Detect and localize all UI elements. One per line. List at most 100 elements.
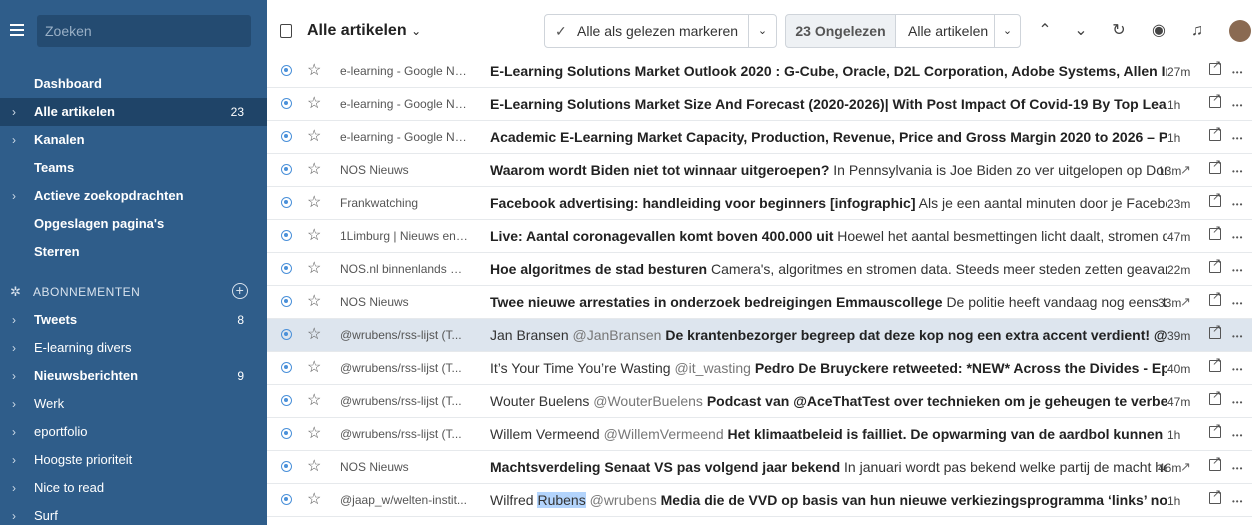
unread-indicator-icon[interactable] bbox=[281, 296, 292, 307]
open-external-icon[interactable] bbox=[1209, 223, 1221, 240]
unread-indicator-icon[interactable] bbox=[281, 494, 292, 505]
filter-select[interactable]: Alle artikelen bbox=[895, 14, 995, 48]
subscription-item[interactable]: › Nice to read bbox=[0, 474, 267, 502]
sidebar-item[interactable]: › Kanalen bbox=[0, 126, 267, 154]
article-content[interactable]: Hoe algoritmes de stad besturen Camera's… bbox=[490, 261, 1167, 277]
article-content[interactable]: Academic E-Learning Market Capacity, Pro… bbox=[490, 129, 1167, 145]
article-row[interactable]: ☆ 1Limburg | Nieuws en ... Live: Aantal co… bbox=[267, 220, 1252, 253]
more-options-icon[interactable]: ••• bbox=[1232, 233, 1243, 242]
article-content[interactable]: Machtsverdeling Senaat VS pas volgend ja… bbox=[490, 459, 1167, 475]
article-content[interactable]: Facebook advertising: handleiding voor b… bbox=[490, 195, 1167, 211]
subscription-item[interactable]: › eportfolio bbox=[0, 418, 267, 446]
article-content[interactable]: Willem Vermeend @WillemVermeend Het klim… bbox=[490, 426, 1167, 442]
bell-icon[interactable]: ♫ bbox=[1187, 21, 1207, 41]
subscription-item[interactable]: › Nieuwsberichten 9 bbox=[0, 362, 267, 390]
star-icon[interactable]: ☆ bbox=[307, 491, 321, 509]
more-options-icon[interactable]: ••• bbox=[1232, 398, 1243, 407]
open-external-icon[interactable] bbox=[1209, 421, 1221, 438]
open-external-icon[interactable] bbox=[1209, 124, 1221, 141]
unread-indicator-icon[interactable] bbox=[281, 329, 292, 340]
more-options-icon[interactable]: ••• bbox=[1232, 299, 1243, 308]
mark-all-read-button[interactable]: ✓ Alle als gelezen markeren bbox=[544, 14, 749, 48]
more-options-icon[interactable]: ••• bbox=[1232, 431, 1243, 440]
article-row[interactable]: ☆ @jaap_w/welten-instit... Wilfred Rubens … bbox=[267, 484, 1252, 517]
unread-indicator-icon[interactable] bbox=[281, 461, 292, 472]
article-row[interactable]: ☆ NOS Nieuws Machtsverdeling Senaat VS pas… bbox=[267, 451, 1252, 484]
star-icon[interactable]: ☆ bbox=[307, 293, 321, 311]
refresh-icon[interactable]: ↻ bbox=[1109, 21, 1129, 41]
article-content[interactable]: Live: Aantal coronagevallen komt boven 4… bbox=[490, 228, 1167, 244]
star-icon[interactable]: ☆ bbox=[307, 260, 321, 278]
unread-indicator-icon[interactable] bbox=[281, 428, 292, 439]
star-icon[interactable]: ☆ bbox=[307, 425, 321, 443]
star-icon[interactable]: ☆ bbox=[307, 392, 321, 410]
sidebar-item[interactable]: › Actieve zoekopdrachten bbox=[0, 182, 267, 210]
subscription-item[interactable]: › Surf bbox=[0, 502, 267, 525]
article-row[interactable]: ☆ Frankwatching Facebook advertising: hand… bbox=[267, 187, 1252, 220]
article-row[interactable]: ☆ NOS Nieuws Twee nieuwe arrestaties in on… bbox=[267, 286, 1252, 319]
subscription-item[interactable]: › Werk bbox=[0, 390, 267, 418]
unread-indicator-icon[interactable] bbox=[281, 230, 292, 241]
open-external-icon[interactable] bbox=[1209, 157, 1221, 174]
eye-icon[interactable]: ◉ bbox=[1149, 21, 1169, 41]
more-options-icon[interactable]: ••• bbox=[1232, 101, 1243, 110]
unread-indicator-icon[interactable] bbox=[281, 395, 292, 406]
more-options-icon[interactable]: ••• bbox=[1232, 266, 1243, 275]
article-row[interactable]: ☆ e-learning - Google Ne... E-Learning Sol… bbox=[267, 88, 1252, 121]
subscription-item[interactable]: › Hoogste prioriteit bbox=[0, 446, 267, 474]
mark-read-options-button[interactable]: ⌄ bbox=[748, 14, 777, 48]
sidebar-item[interactable]: Sterren bbox=[0, 238, 267, 266]
more-options-icon[interactable]: ••• bbox=[1232, 464, 1243, 473]
star-icon[interactable]: ☆ bbox=[307, 95, 321, 113]
article-row[interactable]: ☆ @wrubens/rss-lijst (T... It’s Your Time … bbox=[267, 352, 1252, 385]
article-row[interactable]: ☆ @wrubens/rss-lijst (T... Wouter Buelens … bbox=[267, 385, 1252, 418]
article-content[interactable]: Twee nieuwe arrestaties in onderzoek bed… bbox=[490, 294, 1167, 310]
more-options-icon[interactable]: ••• bbox=[1232, 497, 1243, 506]
star-icon[interactable]: ☆ bbox=[307, 161, 321, 179]
more-options-icon[interactable]: ••• bbox=[1232, 68, 1243, 77]
star-icon[interactable]: ☆ bbox=[307, 326, 321, 344]
star-icon[interactable]: ☆ bbox=[307, 128, 321, 146]
search-input[interactable]: Zoeken bbox=[37, 15, 251, 47]
unread-indicator-icon[interactable] bbox=[281, 362, 292, 373]
article-row[interactable]: ☆ NOS Nieuws Waarom wordt Biden niet tot w… bbox=[267, 154, 1252, 187]
star-icon[interactable]: ☆ bbox=[307, 62, 321, 80]
article-content[interactable]: Jan Bransen @JanBransen De krantenbezorg… bbox=[490, 327, 1167, 343]
open-external-icon[interactable] bbox=[1209, 91, 1221, 108]
sidebar-item[interactable]: Dashboard bbox=[0, 70, 267, 98]
star-icon[interactable]: ☆ bbox=[307, 194, 321, 212]
open-external-icon[interactable] bbox=[1209, 487, 1221, 504]
article-row[interactable]: ☆ @wrubens/rss-lijst (T... Jan Bransen @Ja… bbox=[267, 319, 1252, 352]
add-subscription-icon[interactable]: + bbox=[232, 283, 248, 299]
more-options-icon[interactable]: ••• bbox=[1232, 200, 1243, 209]
article-content[interactable]: Waarom wordt Biden niet tot winnaar uitg… bbox=[490, 162, 1167, 178]
article-row[interactable]: ☆ e-learning - Google Ne... Academic E-Lea… bbox=[267, 121, 1252, 154]
star-icon[interactable]: ☆ bbox=[307, 359, 321, 377]
chevron-up-icon[interactable]: ⌃ bbox=[1035, 21, 1055, 41]
unread-indicator-icon[interactable] bbox=[281, 197, 292, 208]
avatar[interactable] bbox=[1229, 20, 1251, 42]
article-content[interactable]: It’s Your Time You’re Wasting @it_wastin… bbox=[490, 360, 1167, 376]
article-content[interactable]: E-Learning Solutions Market Size And For… bbox=[490, 96, 1167, 112]
open-external-icon[interactable] bbox=[1209, 256, 1221, 273]
page-title[interactable]: Alle artikelen ⌄ bbox=[307, 22, 421, 40]
open-external-icon[interactable] bbox=[1209, 322, 1221, 339]
open-external-icon[interactable] bbox=[1209, 388, 1221, 405]
unread-indicator-icon[interactable] bbox=[281, 131, 292, 142]
article-row[interactable]: ☆ @wrubens/rss-lijst (T... Willem Vermeend… bbox=[267, 418, 1252, 451]
more-options-icon[interactable]: ••• bbox=[1232, 134, 1243, 143]
more-options-icon[interactable]: ••• bbox=[1232, 365, 1243, 374]
star-icon[interactable]: ☆ bbox=[307, 227, 321, 245]
open-external-icon[interactable] bbox=[1209, 289, 1221, 306]
sidebar-item[interactable]: › Alle artikelen 23 bbox=[0, 98, 267, 126]
article-row[interactable]: ☆ e-learning - Google Ne... E-Learning Sol… bbox=[267, 55, 1252, 88]
hamburger-menu-icon[interactable] bbox=[10, 24, 24, 36]
sidebar-item[interactable]: Teams bbox=[0, 154, 267, 182]
unread-count-button[interactable]: 23 Ongelezen bbox=[785, 14, 896, 48]
article-row[interactable]: ☆ NOS.nl binnenlands ni... Hoe algoritmes … bbox=[267, 253, 1252, 286]
open-external-icon[interactable] bbox=[1209, 454, 1221, 471]
star-icon[interactable]: ☆ bbox=[307, 458, 321, 476]
sidebar-item[interactable]: Opgeslagen pagina's bbox=[0, 210, 267, 238]
article-content[interactable]: Wilfred Rubens @wrubens Media die de VVD… bbox=[490, 492, 1167, 508]
unread-indicator-icon[interactable] bbox=[281, 164, 292, 175]
